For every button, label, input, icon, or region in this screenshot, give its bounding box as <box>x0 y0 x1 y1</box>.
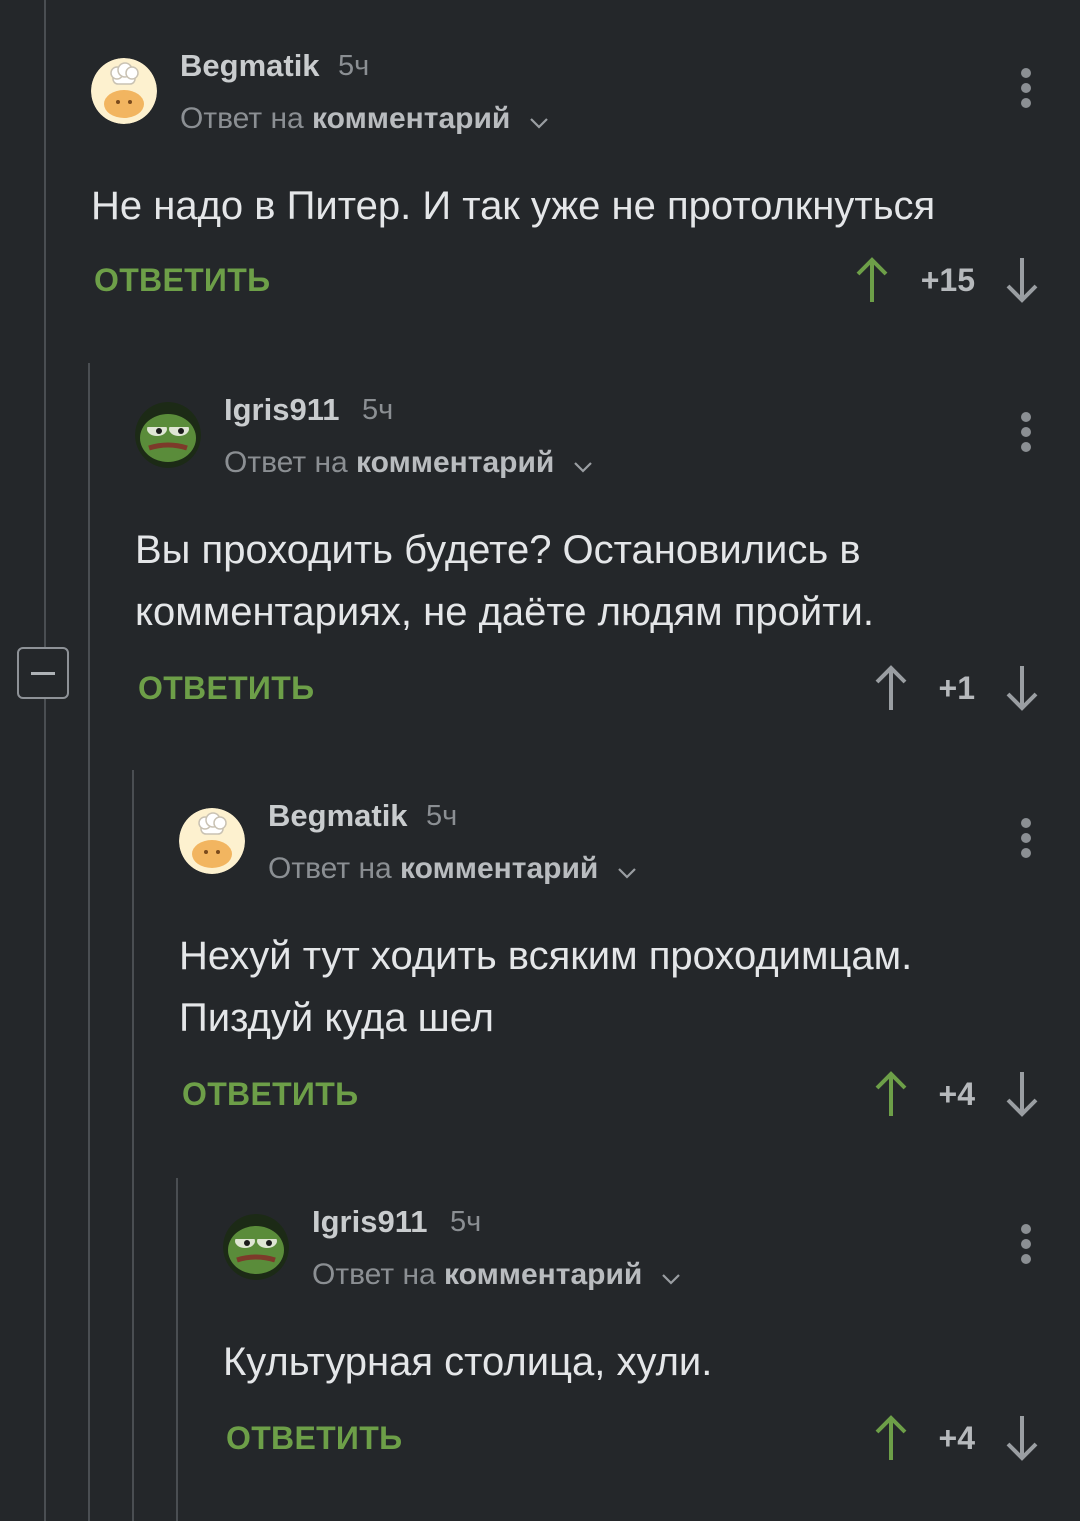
chevron-down-icon <box>573 447 593 481</box>
reply-target[interactable]: комментарий <box>400 852 598 885</box>
reply-prefix: Ответ на <box>180 102 304 135</box>
pepe-frog-avatar-icon <box>223 1214 289 1280</box>
more-options-icon[interactable] <box>1018 412 1034 456</box>
comment-score: +15 <box>920 262 975 298</box>
avatar[interactable] <box>91 58 157 124</box>
chevron-down-icon <box>617 853 637 887</box>
chevron-down-icon <box>661 1259 681 1293</box>
comment: Begmatik 5ч Ответ на комментарий Не надо… <box>91 40 1080 320</box>
reply-button[interactable]: ОТВЕТИТЬ <box>94 262 270 299</box>
author-name[interactable]: Igris911 <box>224 392 339 428</box>
reply-target[interactable]: комментарий <box>312 102 510 135</box>
chef-cat-avatar-icon <box>179 808 245 874</box>
comment-time: 5ч <box>362 394 394 426</box>
comment: Igris911 5ч Ответ на комментарий Вы прох… <box>135 384 1080 724</box>
thread-line-level-3 <box>132 770 134 1521</box>
upvote-arrow-icon[interactable] <box>854 256 890 304</box>
reply-to-link[interactable]: Ответ на комментарий <box>224 446 593 481</box>
reply-prefix: Ответ на <box>312 1258 436 1291</box>
comment-time: 5ч <box>338 50 370 82</box>
reply-to-link[interactable]: Ответ на комментарий <box>312 1258 681 1293</box>
thread-line-level-2 <box>88 363 90 1521</box>
avatar[interactable] <box>135 402 201 468</box>
upvote-arrow-icon[interactable] <box>873 664 909 712</box>
upvote-arrow-icon[interactable] <box>873 1414 909 1462</box>
downvote-arrow-icon[interactable] <box>1004 1070 1040 1118</box>
comment-score: +4 <box>938 1076 975 1112</box>
reply-to-link[interactable]: Ответ на комментарий <box>180 102 549 137</box>
comment: Igris911 5ч Ответ на комментарий Культур… <box>223 1196 1080 1496</box>
reply-button[interactable]: ОТВЕТИТЬ <box>182 1076 358 1113</box>
reply-button[interactable]: ОТВЕТИТЬ <box>138 670 314 707</box>
more-options-icon[interactable] <box>1018 68 1034 112</box>
author-name[interactable]: Begmatik <box>268 798 408 834</box>
author-name[interactable]: Begmatik <box>180 48 320 84</box>
comment-text: Нехуй тут ходить всяким проходимцам. Пиз… <box>179 934 913 1040</box>
minus-square-icon <box>31 672 55 675</box>
pepe-frog-avatar-icon <box>135 402 201 468</box>
comment-time: 5ч <box>450 1206 482 1238</box>
comment-score: +4 <box>938 1420 975 1456</box>
comment: Begmatik 5ч Ответ на комментарий Нехуй т… <box>179 790 1080 1130</box>
chef-cat-avatar-icon <box>91 58 157 124</box>
reply-prefix: Ответ на <box>268 852 392 885</box>
reply-button[interactable]: ОТВЕТИТЬ <box>226 1420 402 1457</box>
comment-text: Вы проходить будете? Остановились в комм… <box>135 528 874 634</box>
more-options-icon[interactable] <box>1018 1224 1034 1268</box>
more-options-icon[interactable] <box>1018 818 1034 862</box>
author-name[interactable]: Igris911 <box>312 1204 427 1240</box>
downvote-arrow-icon[interactable] <box>1004 256 1040 304</box>
thread-line-level-1 <box>44 0 46 1521</box>
upvote-arrow-icon[interactable] <box>873 1070 909 1118</box>
avatar[interactable] <box>179 808 245 874</box>
comment-time: 5ч <box>426 800 458 832</box>
downvote-arrow-icon[interactable] <box>1004 1414 1040 1462</box>
reply-target[interactable]: комментарий <box>356 446 554 479</box>
comment-text: Не надо в Питер. И так уже не протолкнут… <box>91 184 936 228</box>
thread-line-level-4 <box>176 1178 178 1521</box>
downvote-arrow-icon[interactable] <box>1004 664 1040 712</box>
avatar[interactable] <box>223 1214 289 1280</box>
collapse-thread-button[interactable] <box>17 647 69 699</box>
reply-target[interactable]: комментарий <box>444 1258 642 1291</box>
comment-text: Культурная столица, хули. <box>223 1340 713 1384</box>
reply-to-link[interactable]: Ответ на комментарий <box>268 852 637 887</box>
chevron-down-icon <box>529 103 549 137</box>
comment-score: +1 <box>938 670 975 706</box>
reply-prefix: Ответ на <box>224 446 348 479</box>
